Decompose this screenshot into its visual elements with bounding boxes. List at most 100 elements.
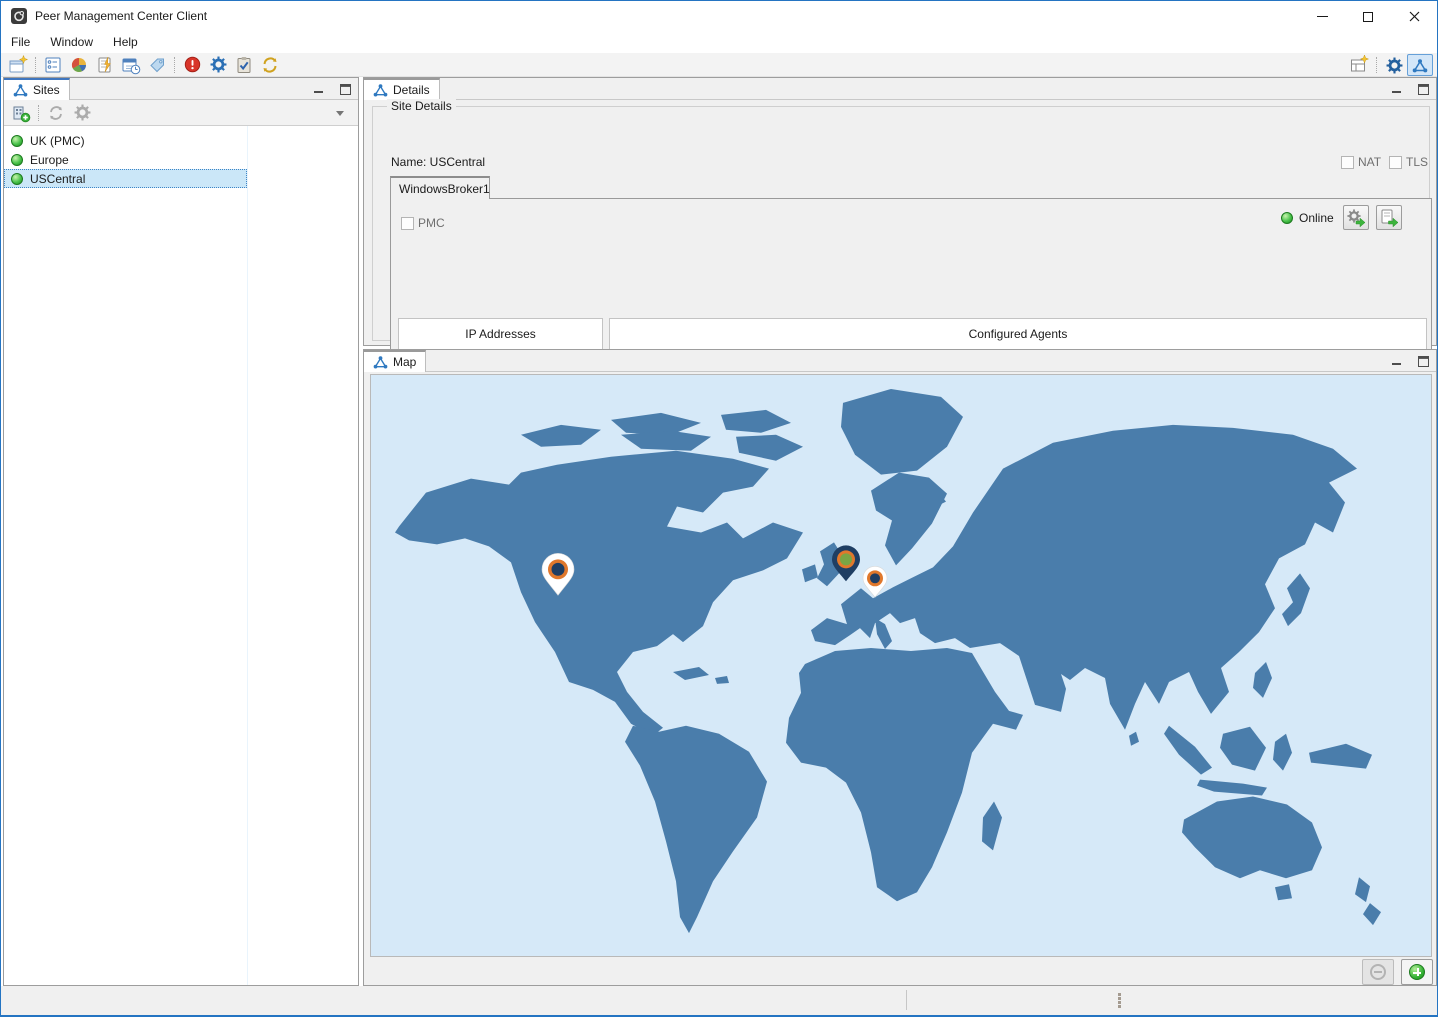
network-icon bbox=[373, 83, 388, 97]
pmc-checkbox[interactable]: PMC bbox=[401, 216, 445, 230]
sites-minimize-button[interactable] bbox=[312, 82, 326, 96]
refresh-icon bbox=[260, 55, 280, 75]
map-maximize-button[interactable] bbox=[1416, 354, 1430, 368]
add-site-icon bbox=[11, 103, 31, 123]
toolbar-separator bbox=[174, 57, 175, 73]
pmc-label: PMC bbox=[418, 216, 445, 230]
checkbox-icon bbox=[1341, 156, 1354, 169]
tls-checkbox[interactable]: TLS bbox=[1389, 155, 1428, 169]
perspective-settings-button[interactable] bbox=[1381, 54, 1407, 76]
tags-button[interactable] bbox=[144, 54, 170, 76]
tree-column-line bbox=[247, 126, 248, 985]
settings-button[interactable] bbox=[205, 54, 231, 76]
toolbar-separator bbox=[1376, 57, 1377, 73]
online-label: Online bbox=[1299, 211, 1334, 225]
sites-maximize-button[interactable] bbox=[338, 82, 352, 96]
tab-map[interactable]: Map bbox=[364, 350, 426, 372]
window-minimize-button[interactable] bbox=[1299, 1, 1345, 32]
details-panel: Details Site Details Name: USCentral NAT… bbox=[363, 77, 1437, 346]
map-zoom-out-button bbox=[1362, 959, 1394, 985]
details-tab-row: Details bbox=[364, 78, 1436, 100]
sync-sites-button[interactable] bbox=[43, 102, 69, 124]
view-menu-icon[interactable] bbox=[336, 111, 344, 116]
network-icon bbox=[373, 355, 388, 369]
panel-maximize-icon bbox=[1418, 84, 1429, 95]
broker-tab-label: WindowsBroker1 bbox=[399, 182, 490, 196]
settings-gear-icon bbox=[210, 56, 227, 73]
schedule-calendar-clock-icon bbox=[121, 55, 141, 75]
peer-management-perspective-button[interactable] bbox=[1407, 54, 1433, 76]
analytics-button[interactable] bbox=[66, 54, 92, 76]
nat-checkbox[interactable]: NAT bbox=[1341, 155, 1381, 169]
tab-windowsbroker1[interactable]: WindowsBroker1 bbox=[390, 176, 490, 199]
site-row-europe[interactable]: Europe bbox=[4, 150, 247, 169]
sync-icon bbox=[47, 104, 65, 122]
tags-icon bbox=[147, 55, 167, 75]
broker-export-button[interactable] bbox=[1376, 205, 1402, 230]
map-tab-row: Map bbox=[364, 350, 1436, 372]
panel-minimize-icon bbox=[1392, 85, 1402, 94]
settings-gear-icon bbox=[1386, 57, 1403, 74]
event-report-icon bbox=[95, 55, 115, 75]
alerts-button[interactable] bbox=[179, 54, 205, 76]
status-grip[interactable] bbox=[1118, 993, 1121, 1009]
group-title: Site Details bbox=[387, 99, 456, 113]
site-row-uk[interactable]: UK (PMC) bbox=[4, 131, 247, 150]
maximize-icon bbox=[1363, 12, 1373, 22]
tasks-clipboard-icon bbox=[234, 55, 254, 75]
refresh-button[interactable] bbox=[257, 54, 283, 76]
status-bar bbox=[1, 986, 1437, 1016]
site-row-uscentral[interactable]: USCentral bbox=[4, 169, 247, 188]
details-maximize-button[interactable] bbox=[1416, 82, 1430, 96]
map-zoom-in-button[interactable] bbox=[1401, 959, 1433, 985]
window-maximize-button[interactable] bbox=[1345, 1, 1391, 32]
setup-form-button[interactable] bbox=[40, 54, 66, 76]
menu-window[interactable]: Window bbox=[40, 32, 103, 53]
new-site-icon bbox=[8, 55, 28, 75]
panel-maximize-icon bbox=[1418, 356, 1429, 367]
setup-form-icon bbox=[43, 55, 63, 75]
world-map[interactable] bbox=[370, 374, 1432, 957]
menu-help[interactable]: Help bbox=[103, 32, 148, 53]
details-minimize-button[interactable] bbox=[1390, 82, 1404, 96]
site-label: USCentral bbox=[30, 172, 85, 186]
application-window: Peer Management Center Client File Windo… bbox=[0, 0, 1438, 1017]
minimize-icon bbox=[1317, 16, 1328, 17]
broker-pane: PMC Online bbox=[390, 198, 1432, 368]
open-perspective-button[interactable] bbox=[1346, 54, 1372, 76]
event-report-button[interactable] bbox=[92, 54, 118, 76]
status-separator bbox=[906, 990, 907, 1010]
add-site-button[interactable] bbox=[8, 102, 34, 124]
title-bar: Peer Management Center Client bbox=[1, 1, 1437, 32]
document-export-icon bbox=[1379, 208, 1399, 228]
peer-perspective-icon bbox=[1412, 58, 1428, 73]
tab-details[interactable]: Details bbox=[364, 78, 440, 100]
ip-addresses-title: IP Addresses bbox=[399, 319, 602, 341]
map-minimize-button[interactable] bbox=[1390, 354, 1404, 368]
tasks-button[interactable] bbox=[231, 54, 257, 76]
alerts-icon bbox=[183, 55, 202, 74]
tls-label: TLS bbox=[1406, 155, 1428, 169]
app-logo-icon bbox=[11, 8, 27, 24]
settings-gear-icon bbox=[74, 104, 91, 121]
new-site-button[interactable] bbox=[5, 54, 31, 76]
menu-file[interactable]: File bbox=[1, 32, 40, 53]
toolbar-separator bbox=[35, 57, 36, 73]
window-close-button[interactable] bbox=[1391, 1, 1437, 32]
tab-sites-label: Sites bbox=[33, 83, 60, 97]
broker-status: Online bbox=[1281, 211, 1334, 225]
zoom-in-icon bbox=[1409, 964, 1425, 980]
map-panel: Map bbox=[363, 349, 1437, 986]
tab-sites[interactable]: Sites bbox=[4, 78, 70, 100]
tab-map-label: Map bbox=[393, 355, 416, 369]
schedule-button[interactable] bbox=[118, 54, 144, 76]
panel-minimize-icon bbox=[1392, 357, 1402, 366]
sites-settings-button[interactable] bbox=[69, 102, 95, 124]
online-status-icon bbox=[11, 173, 23, 185]
nat-label: NAT bbox=[1358, 155, 1381, 169]
sites-panel: Sites bbox=[3, 77, 359, 986]
main-toolbar bbox=[1, 53, 1437, 77]
panel-minimize-icon bbox=[314, 85, 324, 94]
analytics-pie-icon bbox=[69, 55, 89, 75]
broker-services-button[interactable] bbox=[1343, 205, 1369, 230]
